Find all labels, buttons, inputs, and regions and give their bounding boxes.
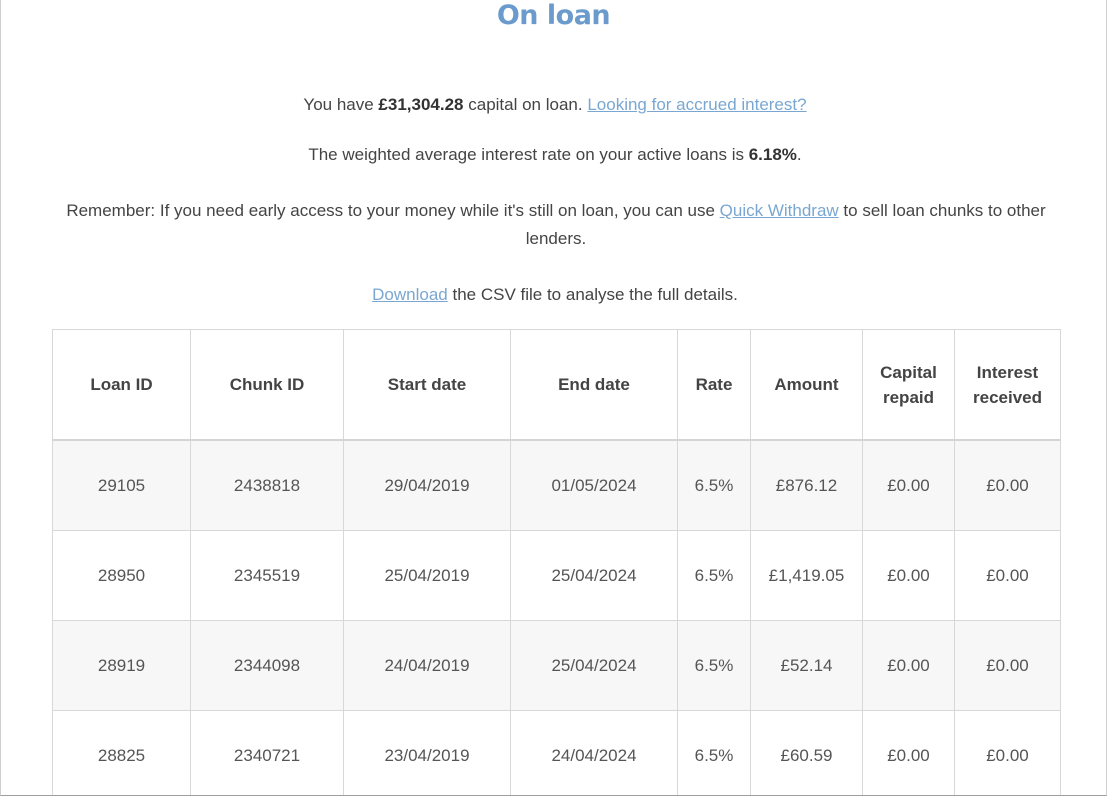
header-amount: Amount — [750, 329, 863, 441]
quick-withdraw-link[interactable]: Quick Withdraw — [720, 201, 839, 220]
cell-interest-received: £0.00 — [954, 530, 1061, 621]
capital-prefix: You have — [303, 95, 379, 114]
header-capital-repaid-line2: repaid — [882, 387, 935, 407]
header-interest-received: Interest received — [954, 329, 1061, 441]
download-csv-text: Download the CSV file to analyse the ful… — [41, 281, 1069, 309]
cell-interest-received: £0.00 — [954, 439, 1061, 531]
table-row: 28825 2340721 23/04/2019 24/04/2024 6.5%… — [52, 710, 1061, 795]
quick-withdraw-reminder: Remember: If you need early access to yo… — [47, 197, 1065, 253]
cell-capital-repaid: £0.00 — [862, 530, 955, 621]
loans-table: Loan ID Chunk ID Start date End date Rat… — [52, 329, 1061, 795]
header-start-date: Start date — [343, 329, 511, 441]
page-frame: On loan You have £31,304.28 capital on l… — [0, 0, 1107, 796]
cell-amount: £876.12 — [750, 439, 863, 531]
remember-prefix: Remember: If you need early access to yo… — [66, 201, 720, 220]
header-end-date: End date — [510, 329, 678, 441]
rate-summary: The weighted average interest rate on yo… — [41, 141, 1069, 169]
cell-loan-id: 28950 — [52, 530, 191, 621]
header-interest-received-line2: received — [973, 387, 1042, 407]
cell-end-date: 25/04/2024 — [510, 530, 678, 621]
table-header-row: Loan ID Chunk ID Start date End date Rat… — [52, 329, 1061, 441]
cell-capital-repaid: £0.00 — [862, 439, 955, 531]
weighted-rate-value: 6.18% — [748, 145, 797, 164]
cell-start-date: 23/04/2019 — [343, 710, 511, 795]
header-capital-repaid: Capital repaid — [862, 329, 955, 441]
cell-amount: £52.14 — [750, 620, 863, 711]
capital-summary: You have £31,304.28 capital on loan. Loo… — [41, 91, 1069, 119]
capital-suffix: capital on loan. — [463, 95, 588, 114]
accrued-interest-link[interactable]: Looking for accrued interest? — [587, 95, 806, 114]
download-suffix: the CSV file to analyse the full details… — [447, 285, 738, 304]
cell-rate: 6.5% — [677, 620, 751, 711]
cell-interest-received: £0.00 — [954, 710, 1061, 795]
header-loan-id: Loan ID — [52, 329, 191, 441]
cell-start-date: 25/04/2019 — [343, 530, 511, 621]
cell-rate: 6.5% — [677, 439, 751, 531]
table-row: 28919 2344098 24/04/2019 25/04/2024 6.5%… — [52, 620, 1061, 711]
table-row: 29105 2438818 29/04/2019 01/05/2024 6.5%… — [52, 439, 1061, 531]
capital-amount: £31,304.28 — [378, 95, 464, 114]
page-title: On loan — [496, 0, 611, 31]
cell-chunk-id: 2438818 — [190, 439, 344, 531]
download-csv-link[interactable]: Download — [372, 285, 448, 304]
header-chunk-id: Chunk ID — [190, 329, 344, 441]
cell-capital-repaid: £0.00 — [862, 620, 955, 711]
cell-loan-id: 28825 — [52, 710, 191, 795]
cell-start-date: 24/04/2019 — [343, 620, 511, 711]
cell-capital-repaid: £0.00 — [862, 710, 955, 795]
cell-amount: £60.59 — [750, 710, 863, 795]
rate-suffix: . — [796, 145, 802, 164]
header-interest-received-line1: Interest — [976, 362, 1039, 382]
cell-rate: 6.5% — [677, 710, 751, 795]
rate-prefix: The weighted average interest rate on yo… — [308, 145, 749, 164]
table-row: 28950 2345519 25/04/2019 25/04/2024 6.5%… — [52, 530, 1061, 621]
cell-amount: £1,419.05 — [750, 530, 863, 621]
cell-end-date: 25/04/2024 — [510, 620, 678, 711]
cell-chunk-id: 2345519 — [190, 530, 344, 621]
cell-rate: 6.5% — [677, 530, 751, 621]
cell-end-date: 01/05/2024 — [510, 439, 678, 531]
cell-chunk-id: 2340721 — [190, 710, 344, 795]
cell-loan-id: 29105 — [52, 439, 191, 531]
cell-interest-received: £0.00 — [954, 620, 1061, 711]
header-rate: Rate — [677, 329, 751, 441]
cell-chunk-id: 2344098 — [190, 620, 344, 711]
cell-loan-id: 28919 — [52, 620, 191, 711]
cell-start-date: 29/04/2019 — [343, 439, 511, 531]
header-capital-repaid-line1: Capital — [880, 362, 937, 382]
cell-end-date: 24/04/2024 — [510, 710, 678, 795]
